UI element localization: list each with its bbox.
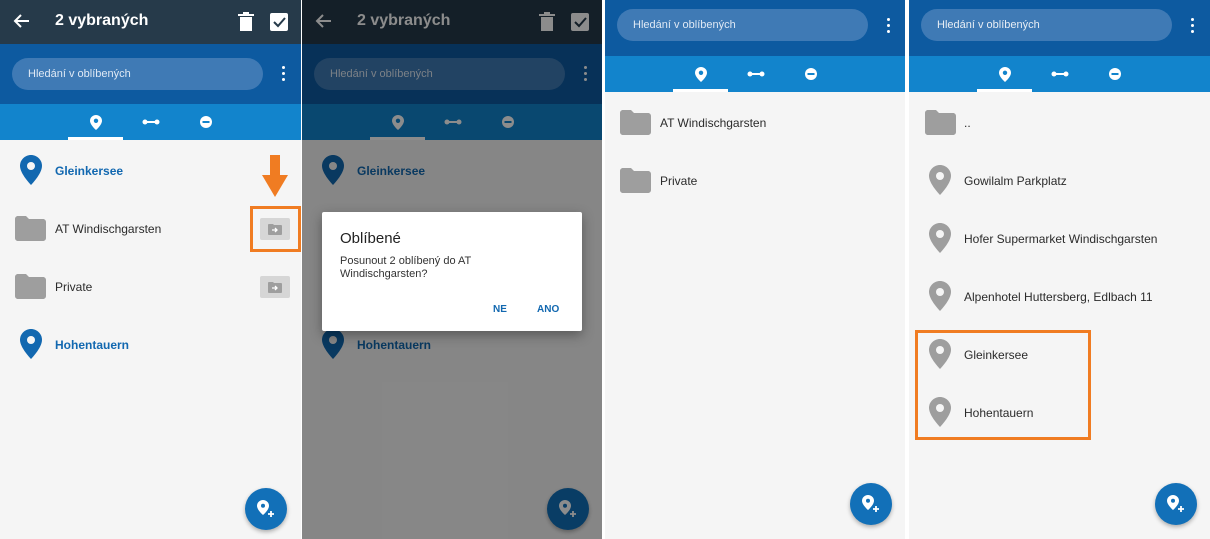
list-item[interactable]: Private	[0, 257, 301, 315]
tab-routes[interactable]	[1032, 56, 1087, 92]
highlight-box	[915, 330, 1091, 440]
tab-routes[interactable]	[123, 104, 178, 140]
list-item[interactable]: Alpenhotel Huttersberg, Edlbach 11	[909, 267, 1210, 325]
item-label: Hofer Supermarket Windischgarsten	[964, 232, 1158, 246]
search-input[interactable]: Hledání v oblíbených	[12, 58, 263, 90]
screen-selection: 2 vybraných Hledání v oblíbených Gleinke…	[0, 0, 301, 539]
tab-bar	[909, 56, 1210, 92]
dialog-title: Oblíbené	[340, 230, 401, 247]
route-icon	[142, 119, 159, 125]
cancel-button[interactable]: NE	[493, 304, 507, 315]
add-pin-icon	[862, 495, 879, 512]
list-item[interactable]: Hohentauern	[0, 315, 301, 373]
trash-icon[interactable]	[237, 12, 255, 32]
item-label: Gleinkersee	[55, 164, 124, 178]
overflow-menu-icon[interactable]	[280, 66, 286, 84]
highlight-box	[250, 206, 301, 252]
confirm-button[interactable]: ANO	[537, 304, 559, 315]
folder-icon	[15, 216, 46, 241]
item-label: Alpenhotel Huttersberg, Edlbach 11	[964, 290, 1153, 304]
tab-points[interactable]	[673, 56, 728, 92]
search-area: Hledání v oblíbených	[0, 44, 301, 104]
add-favorite-button[interactable]	[850, 483, 892, 525]
screen-folders: Hledání v oblíbených AT Windischgarsten …	[605, 0, 905, 539]
screen-folder-contents: Hledání v oblíbených .. Gowilalm Parkpla…	[909, 0, 1210, 539]
folder-icon	[620, 168, 651, 193]
selection-count-title: 2 vybraných	[55, 12, 149, 29]
list-item[interactable]: Private	[605, 151, 905, 209]
tab-tracks[interactable]	[1087, 56, 1142, 92]
list-item[interactable]: ..	[909, 93, 1210, 151]
pin-icon	[20, 329, 42, 359]
search-area: Hledání v oblíbených	[605, 0, 905, 56]
tab-points[interactable]	[977, 56, 1032, 92]
tab-bar	[605, 56, 905, 92]
pin-icon	[694, 66, 707, 82]
item-label: Private	[55, 280, 93, 294]
search-input[interactable]: Hledání v oblíbených	[617, 9, 868, 41]
list-item[interactable]: Gowilalm Parkplatz	[909, 151, 1210, 209]
pin-icon	[929, 281, 951, 311]
confirm-move-dialog: Oblíbené Posunout 2 oblíbený do AT Windi…	[322, 212, 582, 331]
back-arrow-icon[interactable]	[12, 11, 32, 31]
item-label: AT Windischgarsten	[660, 116, 767, 130]
pin-icon	[929, 223, 951, 253]
folder-move-icon	[268, 281, 282, 293]
add-favorite-button[interactable]	[245, 488, 287, 530]
tab-bar	[0, 104, 301, 140]
item-label: Hohentauern	[55, 338, 130, 352]
tab-tracks[interactable]	[783, 56, 838, 92]
folder-up-icon	[925, 110, 956, 135]
select-all-icon[interactable]	[269, 12, 289, 32]
item-label: Gowilalm Parkplatz	[964, 174, 1067, 188]
action-bar: 2 vybraných	[0, 0, 301, 44]
tab-tracks[interactable]	[178, 104, 233, 140]
overflow-menu-icon[interactable]	[885, 18, 891, 36]
rec-icon	[1108, 68, 1121, 80]
pin-icon	[20, 155, 42, 185]
overflow-menu-icon[interactable]	[1189, 18, 1195, 36]
pin-icon	[929, 165, 951, 195]
screenshot-stage: 2 vybraných Hledání v oblíbených Gleinke…	[0, 0, 1210, 539]
search-area: Hledání v oblíbených	[909, 0, 1210, 56]
folder-icon	[620, 110, 651, 135]
route-icon	[747, 71, 764, 77]
pin-icon	[998, 66, 1011, 82]
item-label: AT Windischgarsten	[55, 222, 162, 236]
down-arrow-annotation-icon	[262, 155, 288, 197]
add-pin-icon	[257, 500, 274, 517]
rec-icon	[199, 116, 212, 128]
dialog-message: Posunout 2 oblíbený do AT Windischgarste…	[340, 255, 472, 280]
add-favorite-button[interactable]	[1155, 483, 1197, 525]
item-label: Private	[660, 174, 698, 188]
search-input[interactable]: Hledání v oblíbených	[921, 9, 1172, 41]
screen-move-dialog: 2 vybraných Hledání v oblíbených Gleinke…	[302, 0, 602, 539]
list-item[interactable]: AT Windischgarsten	[605, 93, 905, 151]
add-pin-icon	[1167, 495, 1184, 512]
tab-routes[interactable]	[728, 56, 783, 92]
route-icon	[1051, 71, 1068, 77]
rec-icon	[804, 68, 817, 80]
list-item[interactable]: Gleinkersee	[0, 141, 301, 199]
pin-icon	[89, 114, 102, 130]
item-label: ..	[964, 116, 971, 130]
move-to-folder-button[interactable]	[260, 276, 290, 298]
list-item[interactable]: Hofer Supermarket Windischgarsten	[909, 209, 1210, 267]
folder-icon	[15, 274, 46, 299]
tab-points[interactable]	[68, 104, 123, 140]
